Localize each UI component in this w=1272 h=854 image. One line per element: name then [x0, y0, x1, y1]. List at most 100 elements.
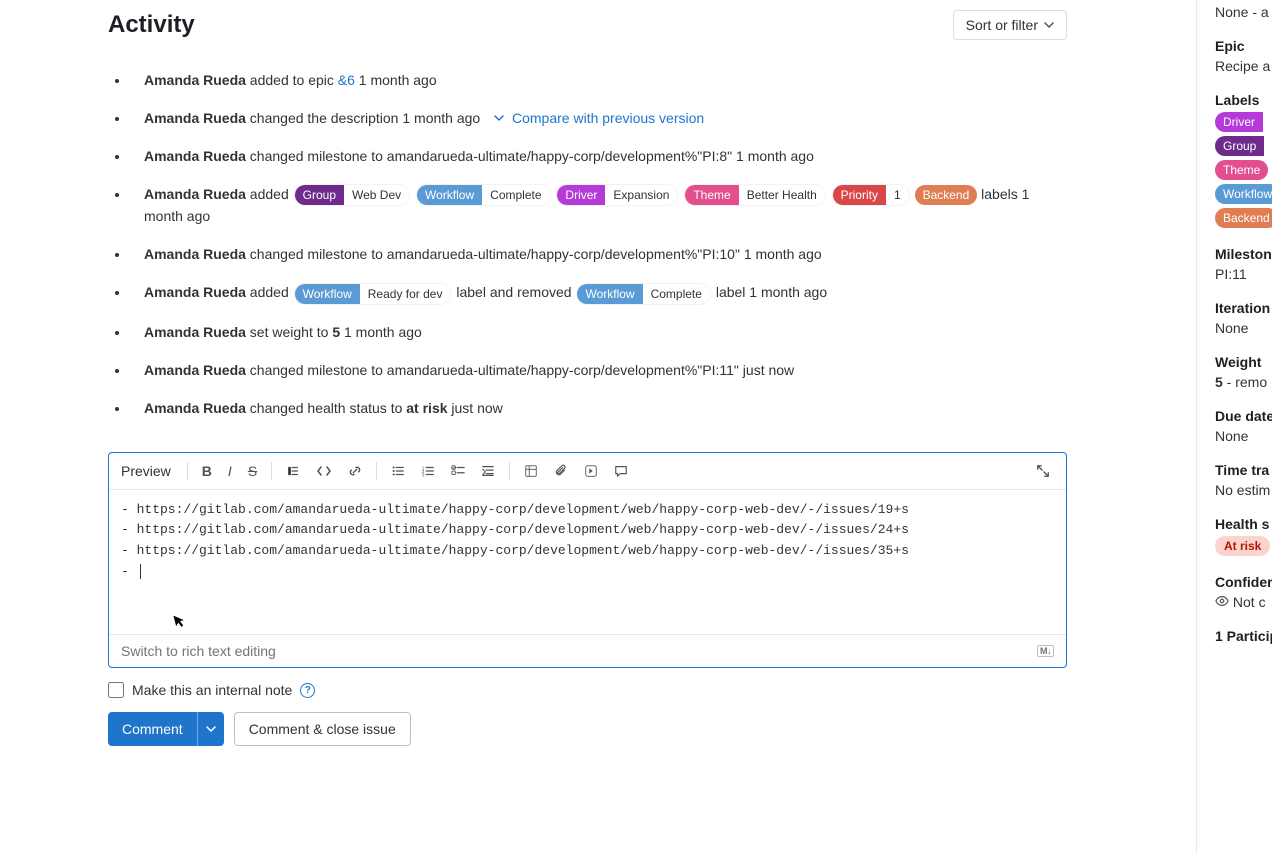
timestamp: 1 month ago	[402, 110, 480, 126]
code-icon[interactable]	[310, 460, 338, 482]
preview-tab[interactable]: Preview	[119, 461, 179, 481]
due-date-heading: Due date	[1215, 408, 1272, 424]
comment-textarea[interactable]: - https://gitlab.com/amandarueda-ultimat…	[109, 490, 1066, 635]
timestamp: 1 month ago	[744, 246, 822, 262]
iteration-heading: Iteration	[1215, 300, 1272, 316]
labels-heading: Labels	[1215, 92, 1272, 108]
label-pill[interactable]: WorkflowComplete	[576, 283, 710, 305]
activity-item: Amanda Rueda changed milestone to amanda…	[130, 236, 1067, 274]
label-pill[interactable]: Backend	[1215, 208, 1272, 228]
comment-button[interactable]: Comment	[108, 712, 197, 746]
sort-filter-button[interactable]: Sort or filter	[953, 10, 1067, 40]
numbered-list-icon[interactable]: 123	[415, 460, 441, 482]
quote-icon[interactable]	[280, 460, 306, 482]
health-status-badge[interactable]: At risk	[1215, 536, 1270, 556]
action-text: changed the description	[246, 110, 402, 126]
time-tracking-heading: Time tra	[1215, 462, 1272, 478]
separator	[187, 462, 188, 480]
label-pill[interactable]: Priority1	[832, 184, 910, 206]
activity-item: Amanda Rueda changed the description 1 m…	[130, 100, 1067, 138]
indent-icon[interactable]	[475, 460, 501, 482]
help-icon[interactable]: ?	[300, 683, 315, 698]
editor-toolbar: Preview B I S 123	[109, 453, 1066, 490]
link-icon[interactable]	[342, 460, 368, 482]
timestamp: just now	[743, 362, 794, 378]
strikethrough-icon[interactable]: S	[242, 459, 263, 483]
comment-button-group: Comment	[108, 712, 224, 746]
fullscreen-icon[interactable]	[1030, 460, 1056, 482]
attachment-icon[interactable]	[548, 460, 574, 482]
author: Amanda Rueda	[144, 148, 246, 164]
assignees-value: None - a	[1215, 4, 1272, 20]
comment-close-button[interactable]: Comment & close issue	[234, 712, 411, 746]
editor-content: - https://gitlab.com/amandarueda-ultimat…	[121, 502, 909, 579]
label-pill[interactable]: DriverExpansion	[556, 184, 678, 206]
author: Amanda Rueda	[144, 72, 246, 88]
weight-heading: Weight	[1215, 354, 1272, 370]
label-pill[interactable]: WorkflowReady for dev	[294, 283, 452, 305]
chevron-down-icon	[494, 110, 508, 126]
label-pill[interactable]: Workflow	[1215, 184, 1272, 204]
author: Amanda Rueda	[144, 284, 246, 300]
comment-dropdown-button[interactable]	[197, 712, 224, 746]
label-pill[interactable]: DriverE	[1215, 112, 1272, 132]
markdown-icon[interactable]: M↓	[1037, 645, 1054, 657]
time-tracking-value[interactable]: No estim	[1215, 482, 1272, 498]
bullet-list-icon[interactable]	[385, 460, 411, 482]
confidential-value[interactable]: Not c	[1215, 594, 1272, 610]
weight-value[interactable]: 5 - remo	[1215, 374, 1272, 390]
participants-heading: 1 Particip	[1215, 628, 1272, 644]
details-icon[interactable]	[578, 460, 604, 482]
italic-icon[interactable]: I	[222, 459, 238, 483]
sort-filter-label: Sort or filter	[966, 17, 1038, 33]
action-text: changed milestone to amandarueda-ultimat…	[246, 246, 744, 262]
activity-item: Amanda Rueda changed milestone to amanda…	[130, 138, 1067, 176]
timestamp: just now	[448, 400, 503, 416]
label-pill[interactable]: GroupV	[1215, 136, 1272, 156]
action-text: added	[246, 186, 293, 202]
activity-list: Amanda Rueda added to epic &6 1 month ag…	[108, 62, 1067, 428]
action-text: label and removed	[456, 284, 575, 300]
activity-item: Amanda Rueda changed health status to at…	[130, 390, 1067, 428]
internal-note-row[interactable]: Make this an internal note ?	[108, 682, 1067, 698]
activity-item: Amanda Rueda added GroupWeb Dev Workflow…	[130, 176, 1067, 236]
separator	[509, 462, 510, 480]
issue-sidebar: None - a Epic Recipe a Labels DriverE Gr…	[1196, 0, 1272, 854]
timestamp: 1 month ago	[340, 324, 422, 340]
label-pill[interactable]: GroupWeb Dev	[294, 184, 411, 206]
epic-link[interactable]: &6	[338, 72, 355, 88]
author: Amanda Rueda	[144, 324, 246, 340]
internal-note-label: Make this an internal note	[132, 682, 292, 698]
label-pill[interactable]: Theme	[1215, 160, 1268, 180]
author: Amanda Rueda	[144, 186, 246, 202]
milestone-value[interactable]: PI:11	[1215, 266, 1272, 282]
comment-icon[interactable]	[608, 460, 634, 482]
sidebar-labels: DriverE GroupV Theme Workflow Backend	[1215, 112, 1272, 228]
label-pill[interactable]: ThemeBetter Health	[684, 184, 825, 206]
bold-icon[interactable]: B	[196, 459, 218, 483]
label-pill[interactable]: WorkflowComplete	[416, 184, 550, 206]
separator	[376, 462, 377, 480]
action-text: changed milestone to amandarueda-ultimat…	[246, 148, 736, 164]
checklist-icon[interactable]	[445, 460, 471, 482]
timestamp: 1 month ago	[736, 148, 814, 164]
iteration-value[interactable]: None	[1215, 320, 1272, 336]
action-text: added	[246, 284, 293, 300]
weight-value: 5	[332, 324, 340, 340]
editor-footer: Switch to rich text editing M↓	[109, 634, 1066, 667]
compare-link[interactable]: Compare with previous version	[512, 110, 704, 126]
table-icon[interactable]	[518, 460, 544, 482]
action-text: changed health status to	[246, 400, 406, 416]
epic-value[interactable]: Recipe a	[1215, 58, 1272, 74]
author: Amanda Rueda	[144, 362, 246, 378]
due-date-value[interactable]: None	[1215, 428, 1272, 444]
internal-note-checkbox[interactable]	[108, 682, 124, 698]
activity-item: Amanda Rueda set weight to 5 1 month ago	[130, 314, 1067, 352]
eye-icon	[1215, 594, 1229, 610]
chevron-down-icon	[1044, 20, 1054, 30]
activity-item: Amanda Rueda added WorkflowReady for dev…	[130, 274, 1067, 313]
separator	[271, 462, 272, 480]
label-pill[interactable]: Backend	[915, 185, 978, 205]
timestamp: 1 month ago	[355, 72, 437, 88]
author: Amanda Rueda	[144, 110, 246, 126]
